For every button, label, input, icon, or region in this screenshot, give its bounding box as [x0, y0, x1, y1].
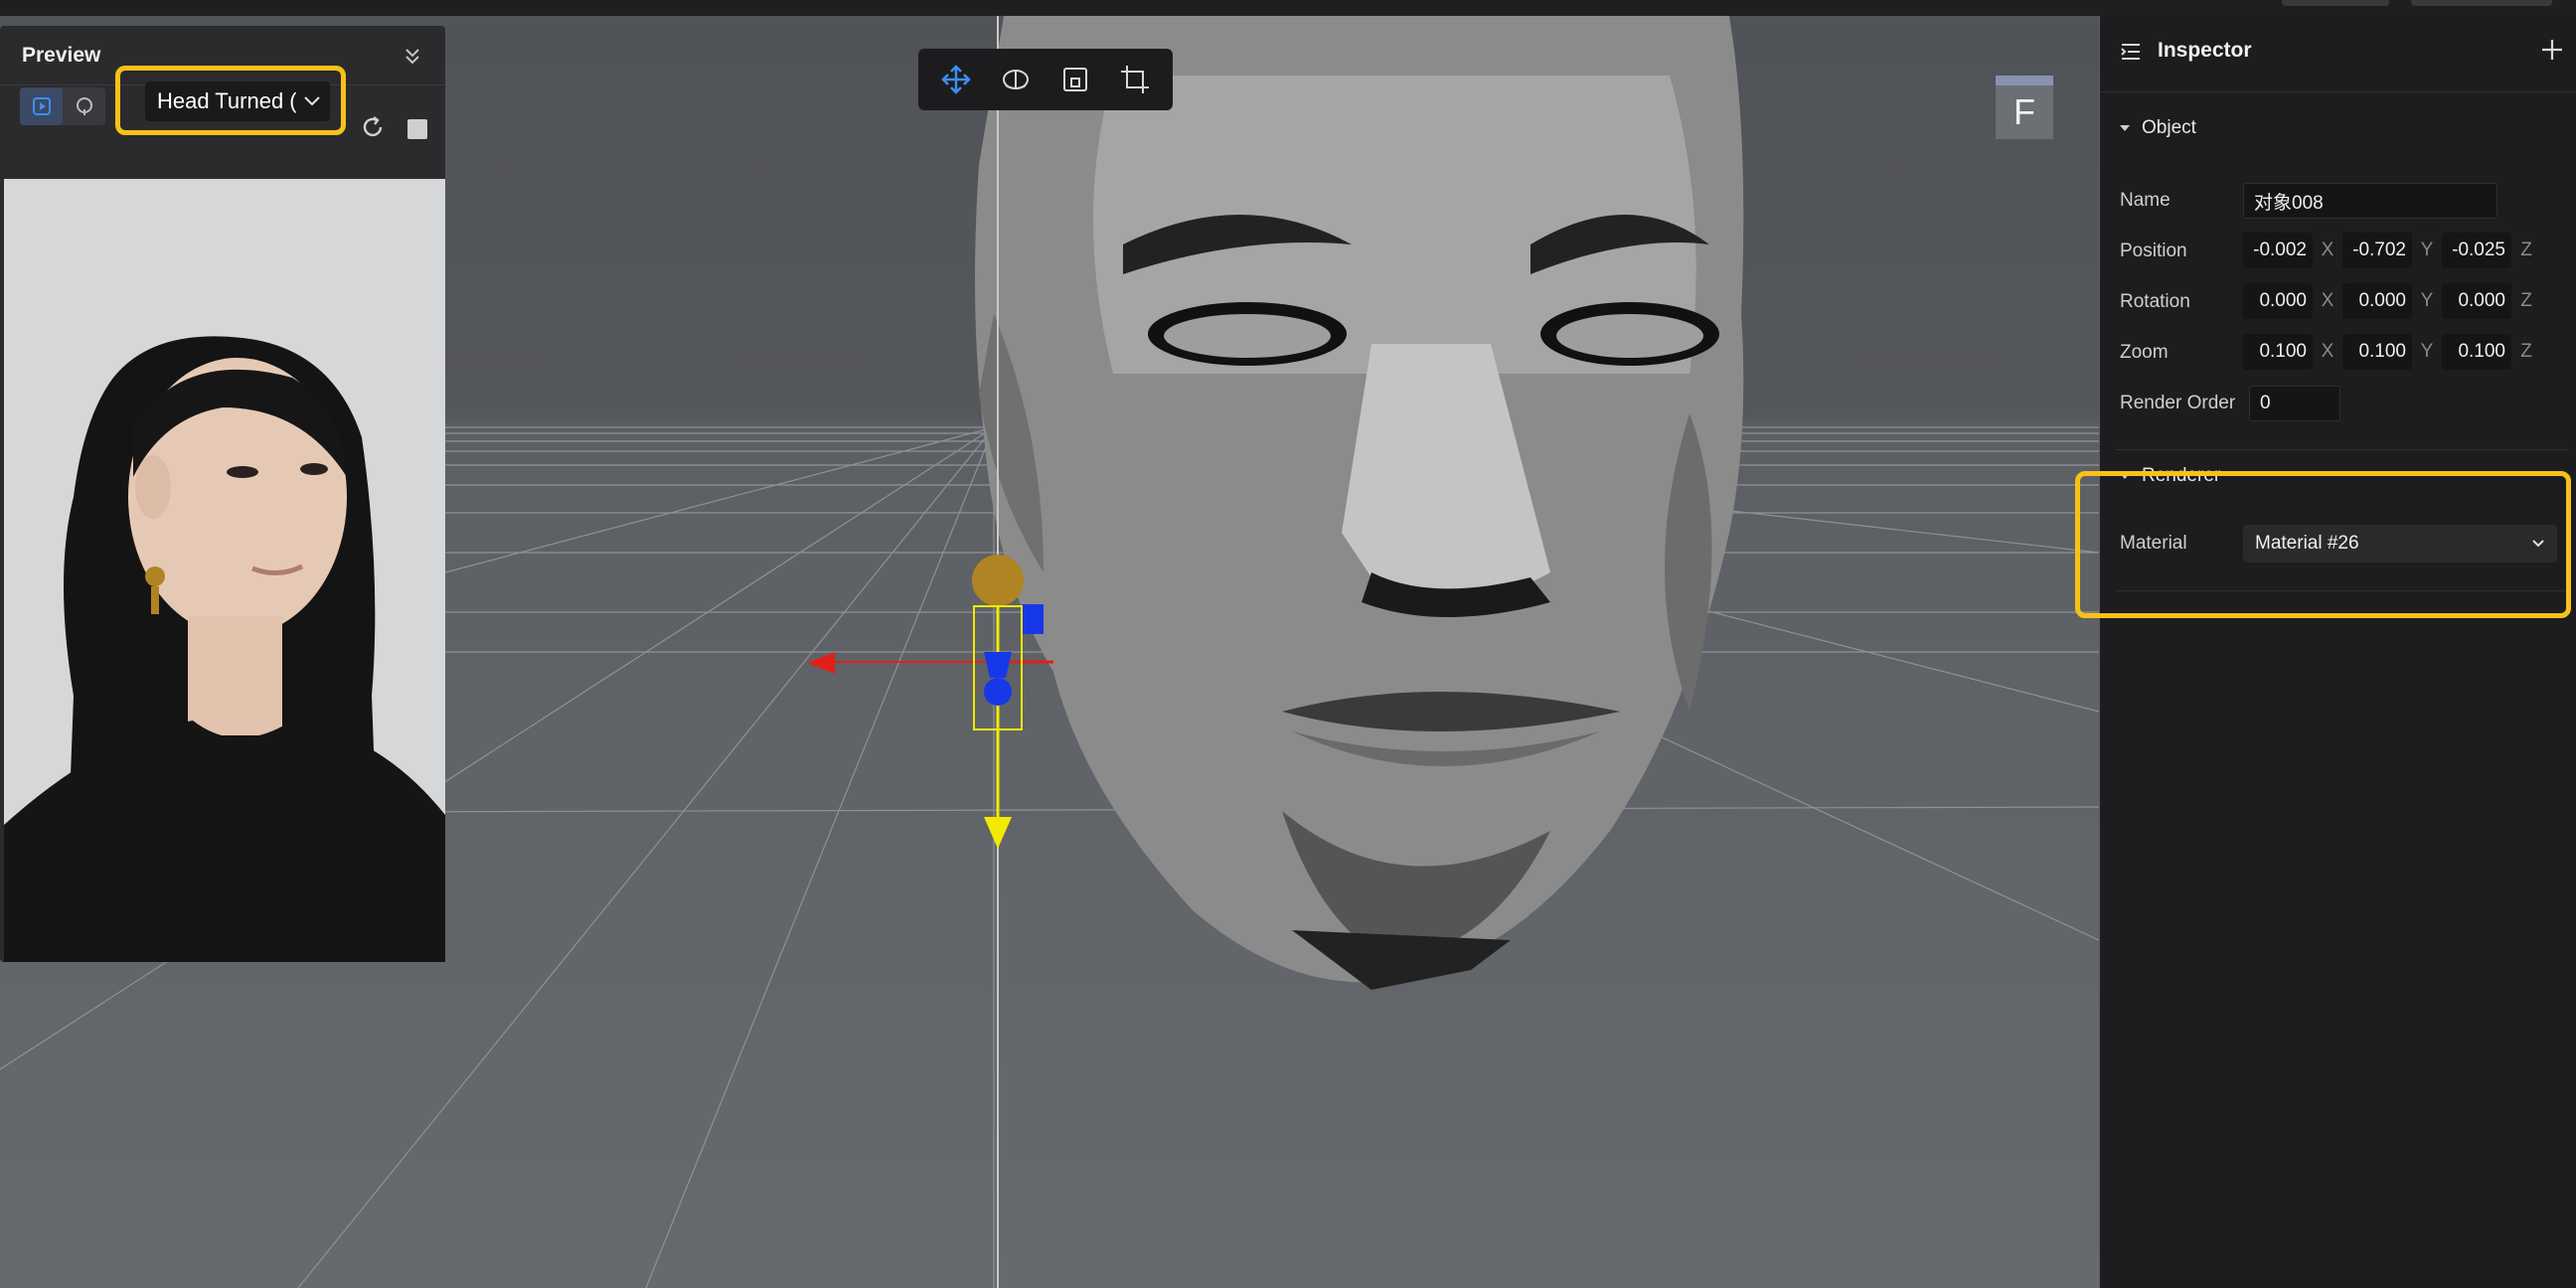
inspector-icon: [2121, 44, 2140, 60]
preview-mode-toggle: [20, 87, 105, 125]
zoom-label: Zoom: [2120, 342, 2169, 363]
header-divider: [2100, 91, 2576, 92]
rotation-y-field[interactable]: 0.000: [2342, 283, 2412, 319]
model-portrait-image: [4, 179, 445, 962]
chevron-down-icon: [304, 96, 320, 106]
rotation-z-field[interactable]: 0.000: [2442, 283, 2511, 319]
axis-y-label: Y: [2420, 341, 2434, 362]
rotation-label: Rotation: [2120, 291, 2190, 312]
zoom-y-field[interactable]: 0.100: [2342, 334, 2412, 370]
scale-tool-button[interactable]: [1052, 57, 1098, 102]
rotation-vector: 0.000 X 0.000 Y 0.000 Z: [2243, 283, 2541, 319]
reload-icon[interactable]: [360, 114, 386, 140]
palette-icon: [76, 97, 92, 115]
move-tool-button[interactable]: [933, 57, 979, 102]
position-z-field[interactable]: -0.025: [2442, 233, 2511, 268]
name-label: Name: [2120, 190, 2171, 211]
play-mode-button[interactable]: [20, 87, 63, 125]
transform-toolbar: [918, 49, 1173, 110]
axis-y-label: Y: [2420, 290, 2434, 311]
scale-icon: [1063, 68, 1087, 91]
rotate-icon: [1003, 70, 1029, 89]
add-icon[interactable]: [2541, 39, 2563, 61]
play-icon: [32, 97, 51, 115]
zoom-x-field[interactable]: 0.100: [2243, 334, 2313, 370]
inspector-panel: Inspector Object Name 对象008 Position -0.…: [2100, 16, 2576, 1288]
caret-down-icon: [2120, 125, 2130, 131]
head-mesh[interactable]: [975, 16, 1744, 990]
name-field[interactable]: 对象008: [2243, 183, 2497, 219]
object-section-title: Object: [2142, 117, 2196, 138]
view-cube[interactable]: F: [1996, 76, 2053, 139]
axis-z-label: Z: [2520, 341, 2532, 362]
inspector-title: Inspector: [2158, 39, 2252, 62]
zoom-vector: 0.100 X 0.100 Y 0.100 Z: [2243, 334, 2541, 370]
zoom-z-field[interactable]: 0.100: [2442, 334, 2511, 370]
view-cube-top[interactable]: [1996, 76, 2053, 85]
rotation-x-field[interactable]: 0.000: [2243, 283, 2313, 319]
animation-select-value: Head Turned (: [157, 88, 296, 113]
axis-z-label: Z: [2520, 240, 2532, 260]
axis-x-label: X: [2321, 240, 2334, 260]
section-divider: [2116, 449, 2568, 450]
axis-x-label: X: [2321, 341, 2334, 362]
position-x-field[interactable]: -0.002: [2243, 233, 2313, 268]
collapse-icon[interactable]: [402, 45, 423, 67]
top-bar: [0, 0, 2576, 16]
position-label: Position: [2120, 241, 2187, 261]
rect-tool-button[interactable]: [1112, 57, 1158, 102]
stop-icon[interactable]: [407, 119, 427, 139]
animation-select[interactable]: Head Turned (: [145, 81, 330, 121]
render-order-label: Render Order: [2120, 393, 2236, 413]
crop-icon: [1121, 66, 1149, 93]
object-section-toggle[interactable]: Object: [2120, 117, 2196, 139]
renderer-section-highlight: [2075, 471, 2571, 618]
top-bar-button[interactable]: [2411, 0, 2552, 6]
position-y-field[interactable]: -0.702: [2342, 233, 2412, 268]
view-cube-front[interactable]: F: [1996, 85, 2053, 139]
preview-render: [4, 179, 445, 962]
move-icon: [941, 65, 971, 94]
render-order-field[interactable]: 0: [2249, 386, 2340, 421]
preview-title: Preview: [22, 43, 101, 67]
axis-x-label: X: [2321, 290, 2334, 311]
position-vector: -0.002 X -0.702 Y -0.025 Z: [2243, 233, 2541, 268]
axis-y-label: Y: [2420, 240, 2434, 260]
rotate-tool-button[interactable]: [993, 57, 1039, 102]
material-mode-button[interactable]: [63, 87, 105, 125]
axis-z-label: Z: [2520, 290, 2532, 311]
top-bar-button[interactable]: [2282, 0, 2389, 6]
